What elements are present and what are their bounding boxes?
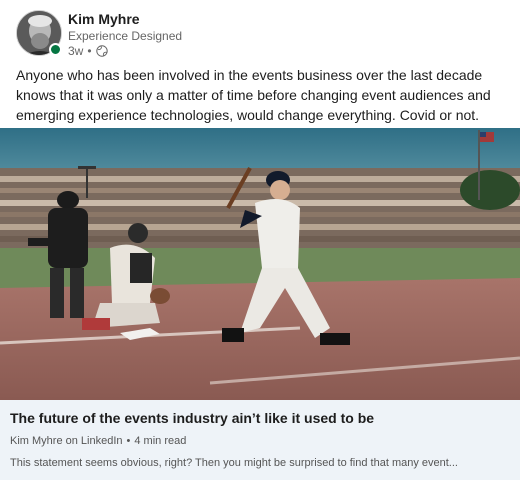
link-preview-description: This statement seems obvious, right? The… (10, 457, 458, 469)
post-body-text: Anyone who has been involved in the even… (16, 67, 491, 123)
online-status-indicator (49, 43, 62, 56)
post-header: Kim Myhre Experience Designed 3w • (0, 0, 520, 62)
article-image[interactable] (0, 128, 520, 400)
author-name[interactable]: Kim Myhre (68, 11, 140, 27)
author-headline: Experience Designed (68, 29, 183, 43)
separator-dot: • (87, 44, 92, 58)
link-preview-source: Kim Myhre on LinkedIn • 4 min read (10, 435, 186, 447)
link-preview-card[interactable]: The future of the events industry ain’t … (0, 400, 520, 480)
separator-dot: • (126, 435, 131, 447)
link-preview-read-time: 4 min read (134, 435, 187, 447)
link-preview-publisher: Kim Myhre on LinkedIn (10, 435, 123, 447)
post-timestamp: 3w (68, 44, 84, 58)
link-preview-title[interactable]: The future of the events industry ain’t … (10, 410, 374, 426)
post-meta: 3w • (68, 44, 108, 58)
globe-icon (95, 45, 108, 57)
